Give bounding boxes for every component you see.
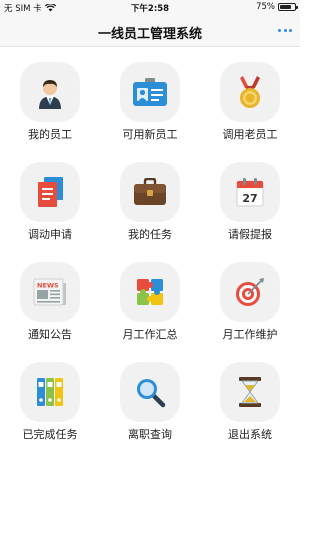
tile-label: 月工作汇总 (122, 328, 178, 341)
more-button[interactable] (278, 24, 292, 36)
tile-label: 我的任务 (128, 228, 172, 241)
tile-my-employees[interactable]: 我的员工 (0, 47, 100, 147)
tile-completed-tasks[interactable]: 已完成任务 (0, 347, 100, 447)
more-dot (289, 28, 292, 32)
tile-resignation-query[interactable]: 离职查询 (100, 347, 200, 447)
documents-icon (20, 162, 80, 222)
tile-exit-system[interactable]: 退出系统 (200, 347, 300, 447)
nav-bar: 一线员工管理系统 (0, 15, 300, 47)
battery-icon (278, 3, 298, 11)
tile-transfer-request[interactable]: 调动申请 (0, 147, 100, 247)
tile-label: 已完成任务 (22, 428, 78, 441)
battery-percent: 75% (256, 2, 275, 12)
calendar-icon: 27 (220, 162, 280, 222)
tile-label: 请假提报 (228, 228, 272, 241)
tile-my-tasks[interactable]: 我的任务 (100, 147, 200, 247)
tile-label: 调动申请 (28, 228, 72, 241)
news-text: NEWS (37, 282, 59, 290)
more-dot (278, 28, 281, 32)
more-dot (283, 28, 287, 32)
puzzle-icon (120, 262, 180, 322)
tile-call-old-employees[interactable]: 调用老员工 (200, 47, 300, 147)
tile-available-new-employees[interactable]: 可用新员工 (100, 47, 200, 147)
target-icon (220, 262, 280, 322)
tile-label: 退出系统 (228, 428, 272, 441)
tile-label: 月工作维护 (222, 328, 278, 341)
tile-label: 调用老员工 (222, 128, 278, 141)
status-bar: 无 SIM 卡 下午2:58 75% (0, 0, 300, 15)
tile-label: 我的员工 (28, 128, 72, 141)
tile-announcements[interactable]: NEWS 通知公告 (0, 247, 100, 347)
menu-grid: 我的员工 可用新员工 调用老员工 调动申请 我的任务 27 请假提报 NEWS … (0, 47, 300, 447)
tile-label: 离职查询 (128, 428, 172, 441)
tile-label: 通知公告 (28, 328, 72, 341)
medal-icon (220, 62, 280, 122)
magnifier-icon (120, 362, 180, 422)
page-title: 一线员工管理系统 (97, 27, 202, 42)
tile-monthly-maintenance[interactable]: 月工作维护 (200, 247, 300, 347)
hourglass-icon (220, 362, 280, 422)
binders-icon (20, 362, 80, 422)
briefcase-icon (120, 162, 180, 222)
id-card-icon (120, 62, 180, 122)
status-time: 下午2:58 (130, 4, 170, 14)
tile-leave-request[interactable]: 27 请假提报 (200, 147, 300, 247)
tile-monthly-summary[interactable]: 月工作汇总 (100, 247, 200, 347)
calendar-day: 27 (242, 192, 257, 205)
tile-label: 可用新员工 (122, 128, 178, 141)
employee-icon (20, 62, 80, 122)
newspaper-icon: NEWS (20, 262, 80, 322)
